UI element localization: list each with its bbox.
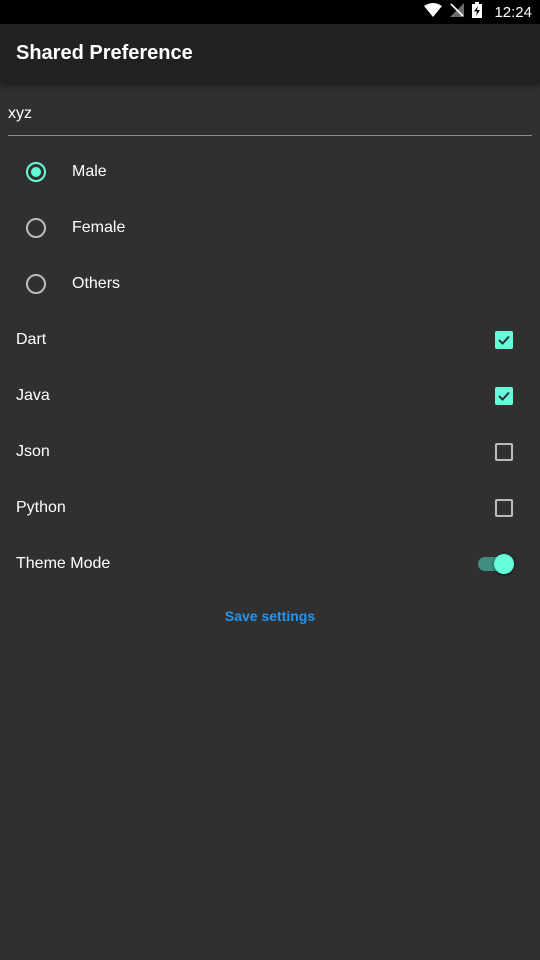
theme-mode-label: Theme Mode bbox=[16, 555, 111, 572]
battery-charging-icon bbox=[472, 1, 483, 23]
checkbox-row-dart[interactable]: Dart bbox=[0, 312, 540, 368]
radio-option-female[interactable]: Female bbox=[0, 200, 540, 256]
wifi-icon bbox=[424, 2, 443, 22]
radio-label-male: Male bbox=[72, 163, 107, 180]
checkbox-python[interactable] bbox=[495, 499, 513, 517]
app-title: Shared Preference bbox=[16, 41, 193, 64]
radio-button-female[interactable] bbox=[26, 218, 46, 238]
checkbox-row-java[interactable]: Java bbox=[0, 368, 540, 424]
checkbox-label-dart: Dart bbox=[16, 331, 47, 348]
radio-button-others[interactable] bbox=[26, 274, 46, 294]
check-icon bbox=[498, 391, 510, 401]
checkbox-row-json[interactable]: Json bbox=[0, 424, 540, 480]
no-signal-icon bbox=[450, 2, 465, 22]
check-icon bbox=[498, 335, 510, 345]
checkbox-row-python[interactable]: Python bbox=[0, 480, 540, 536]
name-input[interactable] bbox=[8, 94, 532, 130]
status-time: 12:24 bbox=[494, 3, 532, 21]
status-bar: 12:24 bbox=[0, 0, 540, 24]
checkbox-java[interactable] bbox=[495, 387, 513, 405]
checkbox-label-java: Java bbox=[16, 387, 50, 404]
radio-option-others[interactable]: Others bbox=[0, 256, 540, 312]
radio-option-male[interactable]: Male bbox=[0, 144, 540, 200]
checkbox-dart[interactable] bbox=[495, 331, 513, 349]
app-bar: Shared Preference bbox=[0, 24, 540, 82]
radio-label-female: Female bbox=[72, 219, 126, 236]
radio-button-male[interactable] bbox=[26, 162, 46, 182]
theme-mode-row[interactable]: Theme Mode bbox=[0, 536, 540, 592]
save-settings-button[interactable]: Save settings bbox=[200, 600, 340, 632]
name-field[interactable] bbox=[8, 94, 532, 136]
checkbox-json[interactable] bbox=[495, 443, 513, 461]
radio-label-others: Others bbox=[72, 275, 121, 292]
checkbox-label-python: Python bbox=[16, 499, 66, 516]
checkbox-label-json: Json bbox=[16, 443, 50, 460]
radio-selected-dot bbox=[31, 167, 41, 177]
theme-mode-switch-thumb[interactable] bbox=[494, 554, 514, 574]
